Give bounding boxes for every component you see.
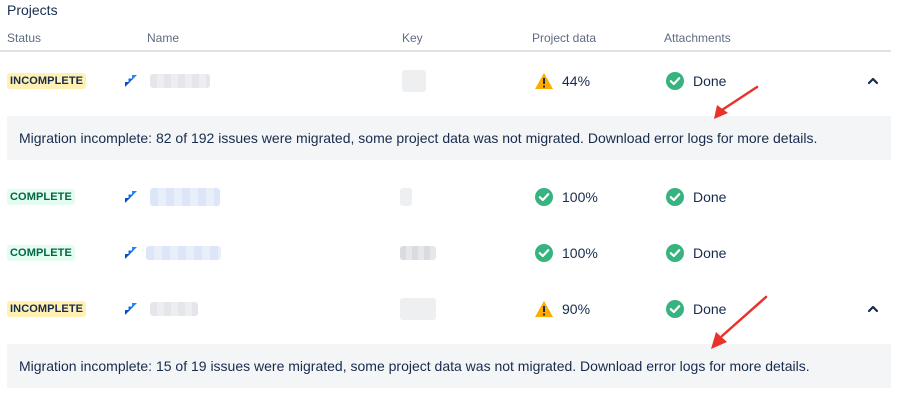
project-key-redacted [400,298,436,320]
table-row[interactable]: COMPLETE 100% Done [0,172,891,222]
column-header-attachments: Attachments [664,31,731,45]
project-data-percent: 44% [562,73,591,89]
check-circle-icon [666,188,684,206]
jira-project-icon [125,247,137,259]
table-row[interactable]: INCOMPLETE 44% Done [0,56,891,106]
jira-project-icon [125,303,137,315]
error-message-panel: Migration incomplete: 82 of 192 issues w… [7,116,891,160]
check-circle-icon [666,300,684,318]
column-header-project-data: Project data [532,31,597,45]
project-data-percent: 100% [562,245,598,261]
project-name-redacted [150,74,210,88]
project-data-percent: 90% [562,301,591,317]
column-header-status: Status [7,31,42,45]
jira-project-icon [125,191,137,203]
status-badge: INCOMPLETE [7,301,87,317]
column-header-key: Key [402,31,423,45]
attachments-status: Done [693,245,727,261]
chevron-up-icon[interactable] [866,302,880,316]
jira-project-icon [125,75,137,87]
section-title: Projects [7,2,58,18]
status-badge: INCOMPLETE [7,73,87,89]
project-key-redacted [400,188,412,206]
attachments-status: Done [693,301,727,317]
error-message-panel: Migration incomplete: 15 of 19 issues we… [7,344,891,388]
status-badge: COMPLETE [7,189,75,205]
attachments-status: Done [693,189,727,205]
error-message: Migration incomplete: 15 of 19 issues we… [19,358,810,374]
error-message: Migration incomplete: 82 of 192 issues w… [19,130,818,146]
table-header: Status Name Key Project data Attachments [0,30,891,52]
warning-icon [535,301,553,317]
project-name-redacted [150,188,220,206]
check-circle-icon [535,244,553,262]
project-name-redacted [150,302,198,316]
column-header-name: Name [147,31,180,45]
project-name-redacted [146,246,221,260]
check-circle-icon [666,72,684,90]
check-circle-icon [535,188,553,206]
project-data-percent: 100% [562,189,598,205]
check-circle-icon [666,244,684,262]
table-row[interactable]: COMPLETE 100% Done [0,228,891,278]
project-key-redacted [402,70,426,92]
project-key-redacted [400,246,436,260]
chevron-up-icon[interactable] [866,74,880,88]
table-row[interactable]: INCOMPLETE 90% Done [0,284,891,334]
warning-icon [535,73,553,89]
attachments-status: Done [693,73,727,89]
status-badge: COMPLETE [7,245,75,261]
